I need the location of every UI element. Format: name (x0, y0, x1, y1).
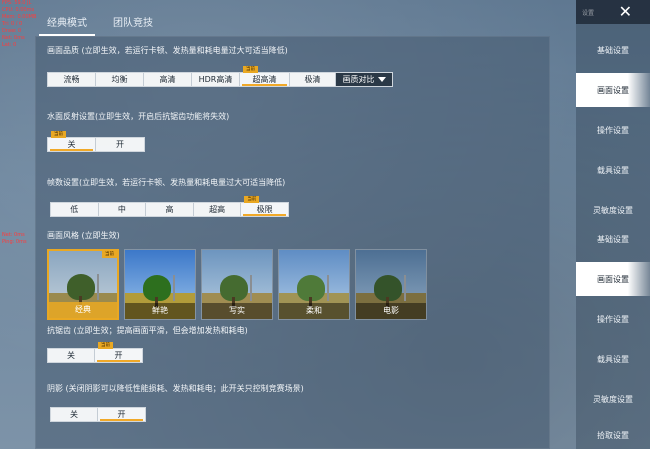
style-label: 写实 (202, 303, 272, 319)
tower-image (97, 274, 99, 300)
water-reflection-toggle: 当前 关 开 (47, 131, 145, 152)
current-badge: 当前 (102, 251, 117, 258)
fps-option-extreme[interactable]: 当前 极限 (241, 196, 288, 216)
water-reflection-title: 水面反射设置(立即生效，开启后抗锯齿功能将失效) (47, 112, 230, 121)
quality-option-hd[interactable]: 高清 (144, 73, 192, 86)
debug-line: Lat: 0 (2, 42, 17, 48)
sidebar-item-basic[interactable]: 基础设置 (576, 33, 650, 67)
sidebar-item-vehicle[interactable]: 载具设置 (576, 153, 650, 187)
aa-on-label: 开 (114, 351, 123, 360)
style-label: 柔和 (279, 303, 349, 319)
tower-image (404, 275, 406, 301)
tower-image (250, 275, 252, 301)
fps-extreme-label: 极限 (256, 205, 273, 214)
sidebar-item-vehicle[interactable]: 载具设置 (576, 342, 650, 376)
close-icon: ✕ (618, 2, 632, 21)
current-badge: 当前 (51, 131, 66, 138)
sidebar-item-controls[interactable]: 操作设置 (576, 302, 650, 336)
fps-title: 帧数设置(立即生效，若运行卡顿、发热量和耗电量过大可适当降低) (47, 178, 286, 187)
sidebar-item-sensitivity[interactable]: 灵敏度设置 (576, 382, 650, 416)
shadow-on[interactable]: 开 (98, 408, 145, 421)
debug-overlay-top: FPS: 59.0 JL CPU: 0.00ms Mem: 0.00MB Tri… (2, 0, 36, 49)
sidebar-item-basic[interactable]: 基础设置 (576, 222, 650, 256)
tab-team-deathmatch[interactable]: 团队竞技 (111, 12, 155, 32)
anti-aliasing-on[interactable]: 当前 开 (95, 342, 142, 362)
sidebar-item-pickup[interactable]: 拾取设置 (576, 422, 650, 449)
water-reflection-off[interactable]: 当前 关 (48, 131, 97, 151)
picture-style-title: 画面风格 (立即生效) (47, 231, 120, 240)
chevron-down-icon (377, 77, 386, 82)
fps-option-high[interactable]: 高 (146, 203, 194, 216)
quality-option-ultra-hd-label: 超高清 (252, 75, 277, 84)
fps-selector: 低 中 高 超高 当前 极限 (50, 196, 289, 217)
style-label: 经典 (49, 302, 117, 318)
anti-aliasing-off[interactable]: 关 (48, 349, 96, 362)
debug-line: Net: 0ms (2, 35, 25, 41)
settings-sidebar: 设置 ✕ 基础设置 画面设置 操作设置 载具设置 灵敏度设置 基础设置 画面设置… (576, 0, 650, 449)
quality-option-hdr[interactable]: HDR高清 (192, 73, 240, 86)
settings-faint-label: 设置 (582, 9, 595, 17)
style-label: 电影 (356, 303, 426, 319)
water-reflection-on[interactable]: 开 (96, 138, 144, 151)
graphics-quality-selector: 流畅 均衡 高清 HDR高清 当前 超高清 极清 画质对比 (47, 66, 393, 87)
mode-tabs: 经典模式 团队竞技 (39, 12, 155, 36)
fps-option-low[interactable]: 低 (51, 203, 99, 216)
debug-line: Ping: 0ms (2, 239, 27, 245)
fps-option-ultra[interactable]: 超高 (194, 203, 242, 216)
debug-line: Tri: 0 / 0 (2, 21, 23, 27)
style-card-vivid[interactable]: 鲜艳 (124, 249, 196, 320)
settings-panel: 画面品质 (立即生效，若运行卡顿、发热量和耗电量过大可适当降低) 流畅 均衡 高… (35, 36, 550, 449)
debug-line: Mem: 0.00MB (2, 14, 37, 20)
quality-option-extreme[interactable]: 极清 (290, 73, 336, 86)
quality-option-balanced[interactable]: 均衡 (96, 73, 144, 86)
tower-image (173, 275, 175, 301)
shadow-off[interactable]: 关 (51, 408, 99, 421)
sidebar-item-controls[interactable]: 操作设置 (576, 113, 650, 147)
style-card-classic[interactable]: 当前 经典 (47, 249, 119, 320)
debug-line: CPU: 0.00ms (2, 7, 35, 13)
debug-overlay-mid: Net: 0ms Ping: 0ms (2, 232, 27, 246)
style-label: 鲜艳 (125, 303, 195, 319)
style-card-realistic[interactable]: 写实 (201, 249, 273, 320)
quality-option-ultra-hd[interactable]: 当前 超高清 (240, 66, 290, 86)
style-card-cinematic[interactable]: 电影 (355, 249, 427, 320)
current-badge: 当前 (243, 66, 258, 73)
close-button[interactable]: 设置 ✕ (576, 0, 650, 24)
quality-compare-label: 画质对比 (342, 75, 375, 84)
debug-line: FPS: 59.0 JL (2, 0, 32, 6)
tab-classic-mode[interactable]: 经典模式 (39, 12, 95, 36)
current-badge: 当前 (98, 342, 114, 349)
fps-option-medium[interactable]: 中 (99, 203, 147, 216)
debug-line: Draw: 0 (2, 28, 22, 34)
anti-aliasing-title: 抗锯齿 (立即生效；提高画面平滑，但会增加发热和耗电) (47, 326, 248, 335)
water-off-label: 关 (67, 140, 76, 149)
sidebar-item-graphics[interactable]: 画面设置 (576, 73, 650, 107)
sidebar-item-graphics[interactable]: 画面设置 (576, 262, 650, 296)
debug-line: Net: 0ms (2, 232, 25, 238)
quality-compare-dropdown[interactable]: 画质对比 (336, 73, 392, 86)
picture-style-cards: 当前 经典 鲜艳 写实 柔和 电影 (47, 249, 427, 320)
tower-image (327, 275, 329, 301)
quality-option-smooth[interactable]: 流畅 (48, 73, 96, 86)
current-badge: 当前 (244, 196, 260, 203)
shadow-title: 阴影 (关闭阴影可以降低性能损耗、发热和耗电；此开关只控制竞赛场景) (47, 384, 304, 393)
anti-aliasing-toggle: 关 当前 开 (47, 342, 143, 363)
shadow-toggle: 关 开 (50, 407, 146, 422)
graphics-quality-title: 画面品质 (立即生效，若运行卡顿、发热量和耗电量过大可适当降低) (47, 46, 288, 55)
style-card-soft[interactable]: 柔和 (278, 249, 350, 320)
